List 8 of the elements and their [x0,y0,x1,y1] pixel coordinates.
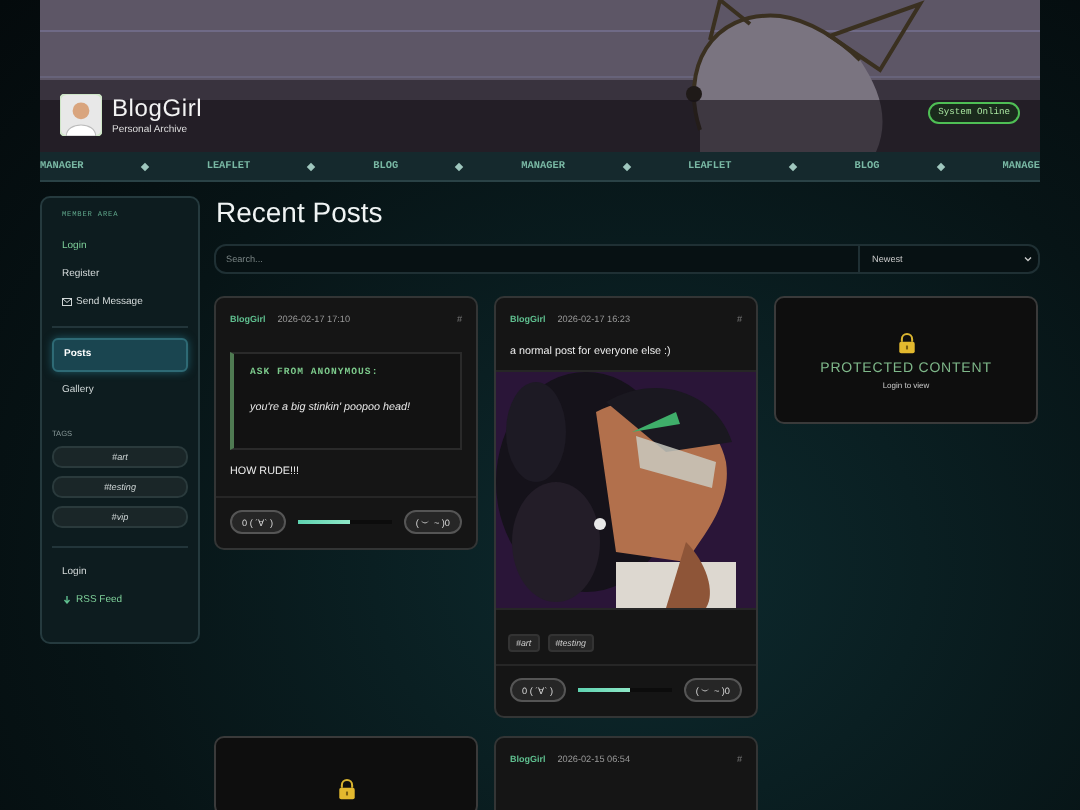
page-title: Recent Posts [216,196,385,232]
mail-icon [62,298,72,306]
download-icon [62,596,72,604]
avatar-icon [60,94,102,136]
lock-icon [337,778,355,800]
lock-icon [897,331,915,353]
chevron-icon [1024,256,1032,262]
site-title: BlogGirl [112,94,203,122]
